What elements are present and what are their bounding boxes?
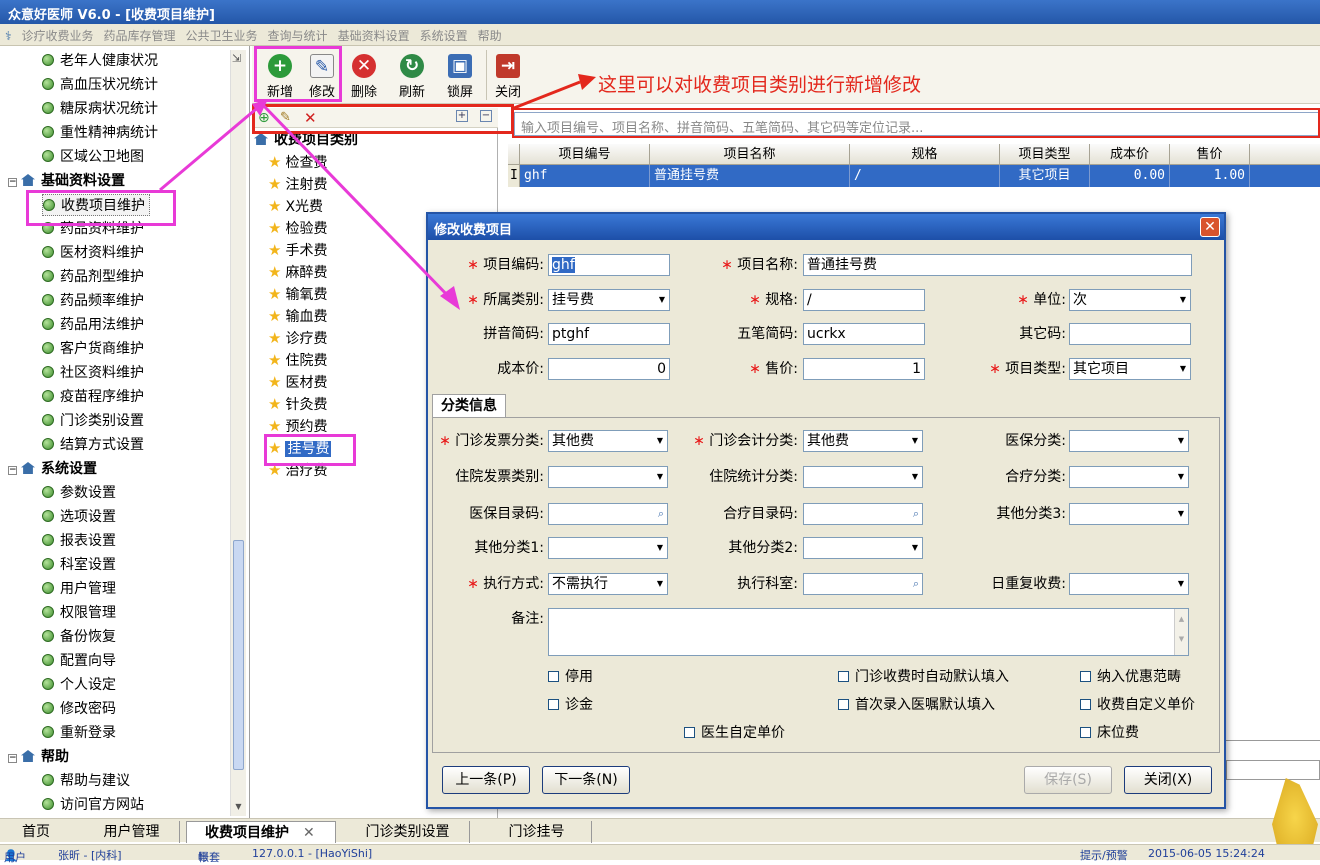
arrow-head-icon bbox=[578, 74, 596, 90]
arrow-line bbox=[513, 80, 581, 110]
annotation-arrows bbox=[159, 74, 596, 310]
arrow-line bbox=[260, 102, 454, 302]
arrow-line bbox=[159, 102, 263, 192]
